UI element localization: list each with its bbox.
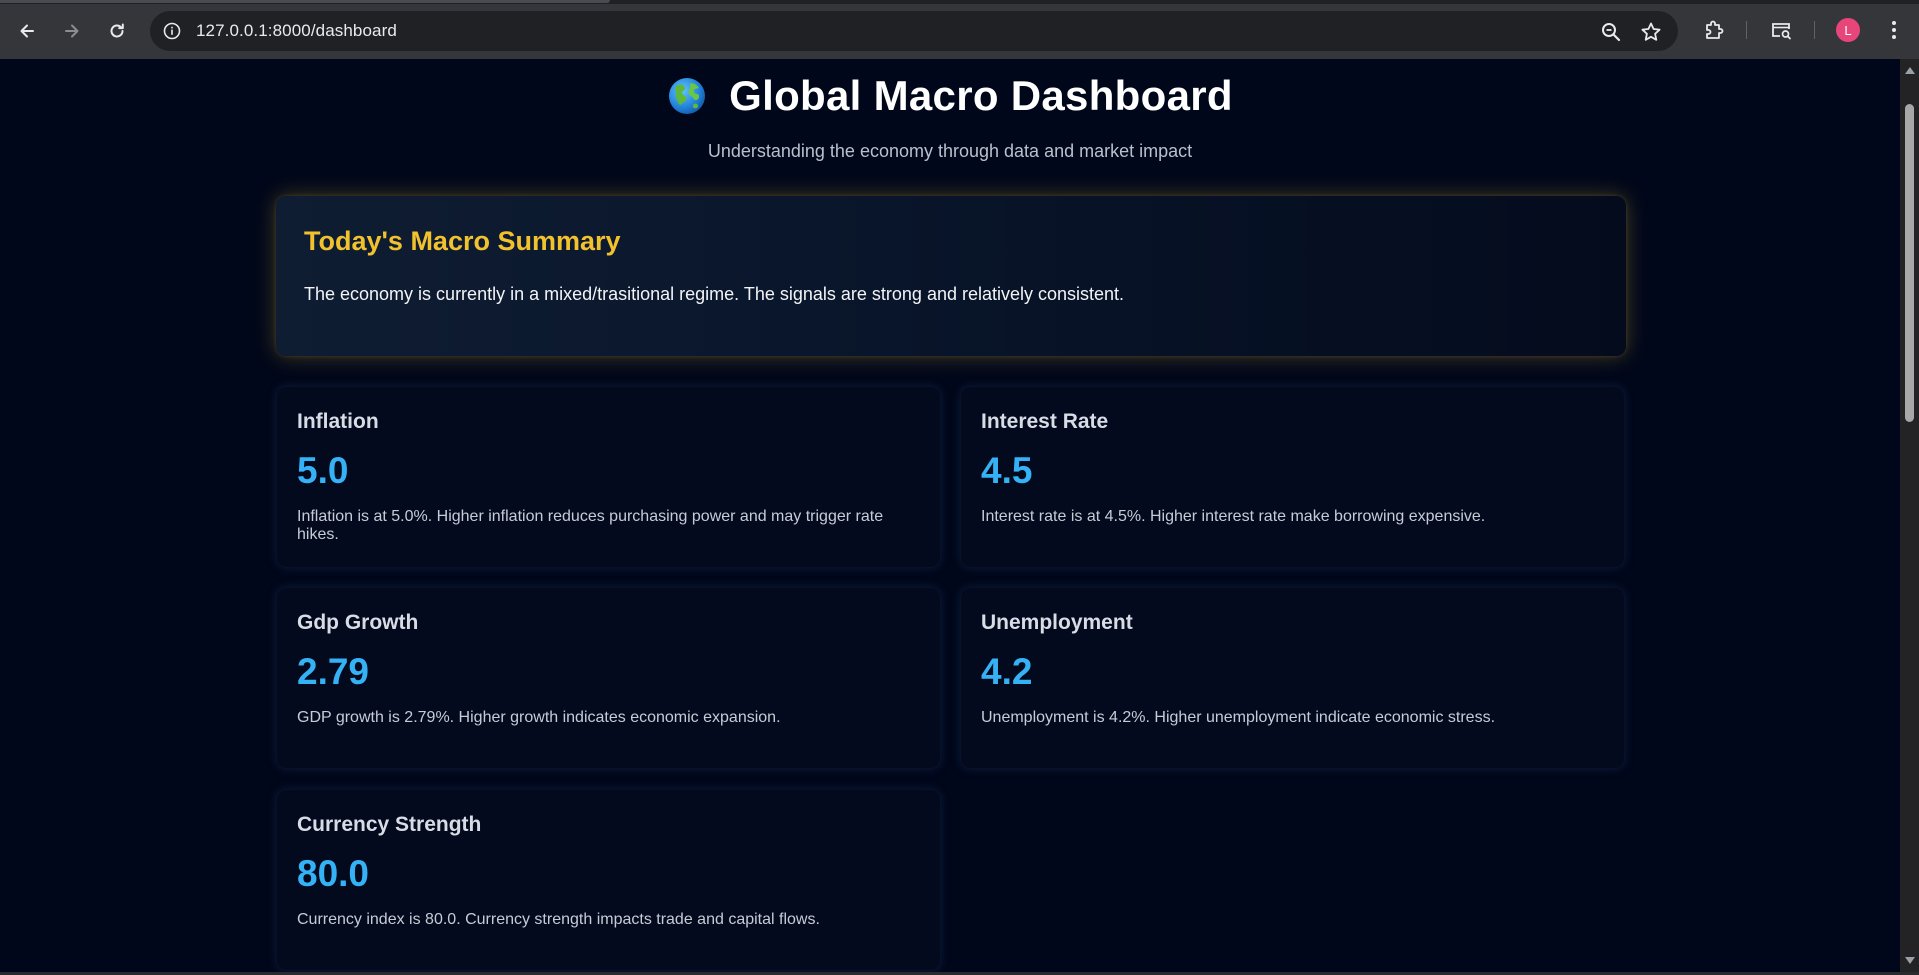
metric-card-gdp-growth: Gdp Growth 2.79 GDP growth is 2.79%. Hig… (276, 587, 941, 769)
address-bar[interactable]: 127.0.0.1:8000/dashboard (150, 11, 1678, 51)
metric-value: 5.0 (297, 450, 349, 491)
metric-title: Unemployment (981, 611, 1133, 634)
tab-strip (0, 0, 1919, 4)
metric-value: 2.79 (297, 651, 370, 692)
zoom-icon (1602, 23, 1621, 42)
globe-icon (669, 78, 706, 114)
metric-description: Interest rate is at 4.5%. Higher interes… (981, 508, 1486, 525)
metric-card-currency-strength: Currency Strength 80.0 Currency index is… (276, 789, 941, 971)
toolbar-divider (1814, 21, 1815, 39)
metric-title: Gdp Growth (297, 611, 419, 634)
back-button[interactable] (10, 14, 44, 48)
reload-icon (110, 23, 124, 38)
metric-title: Currency Strength (297, 813, 482, 836)
scroll-down-arrow-icon[interactable] (1905, 957, 1915, 964)
metric-description: Inflation is at 5.0%. Higher inflation r… (297, 508, 884, 543)
site-info-button[interactable] (160, 19, 184, 43)
metric-value: 80.0 (297, 853, 370, 894)
macro-summary-card: Today's Macro Summary The economy is cur… (276, 196, 1626, 356)
forward-icon (65, 24, 79, 38)
active-tab-edge (0, 0, 610, 3)
page-subtitle: Understanding the economy through data a… (707, 141, 1193, 161)
reload-button[interactable] (100, 14, 134, 48)
metric-value: 4.5 (981, 450, 1033, 491)
site-info-icon (163, 22, 181, 40)
tab-search-icon (1772, 23, 1791, 40)
metric-title: Inflation (297, 410, 379, 433)
metric-card-unemployment: Unemployment 4.2 Unemployment is 4.2%. H… (960, 587, 1625, 769)
summary-title: Today's Macro Summary (304, 226, 621, 256)
tab-search-button[interactable] (1769, 18, 1793, 42)
more-menu-icon (1892, 21, 1896, 39)
more-menu-button[interactable] (1882, 18, 1906, 42)
page-scrollbar[interactable] (1900, 59, 1919, 972)
url-text[interactable]: 127.0.0.1:8000/dashboard (196, 21, 397, 41)
metric-description: GDP growth is 2.79%. Higher growth indic… (297, 709, 781, 726)
metric-value: 4.2 (981, 651, 1033, 692)
page-title: Global Macro Dashboard (729, 72, 1233, 119)
profile-initial: L (1844, 22, 1852, 38)
browser-toolbar: 127.0.0.1:8000/dashboard L (0, 0, 1919, 59)
profile-avatar[interactable]: L (1836, 18, 1860, 42)
page-viewport: Global Macro Dashboard Understanding the… (0, 59, 1900, 972)
toolbar-divider (1746, 21, 1747, 39)
zoom-button[interactable] (1600, 21, 1622, 43)
metric-description: Currency index is 80.0. Currency strengt… (297, 911, 820, 928)
metric-card-inflation: Inflation 5.0 Inflation is at 5.0%. High… (276, 386, 941, 568)
scroll-up-arrow-icon[interactable] (1905, 67, 1915, 74)
extensions-icon (1706, 20, 1724, 39)
bookmark-star-icon (1641, 22, 1661, 41)
bookmark-button[interactable] (1640, 21, 1662, 43)
forward-button[interactable] (55, 14, 89, 48)
metric-title: Interest Rate (981, 410, 1109, 433)
metric-description: Unemployment is 4.2%. Higher unemploymen… (981, 709, 1496, 726)
summary-text: The economy is currently in a mixed/tras… (304, 284, 1125, 304)
metric-card-interest-rate: Interest Rate 4.5 Interest rate is at 4.… (960, 386, 1625, 568)
scroll-thumb[interactable] (1905, 104, 1914, 422)
extensions-button[interactable] (1702, 18, 1726, 42)
back-icon (20, 24, 34, 38)
page-header: Global Macro Dashboard (0, 59, 1900, 129)
